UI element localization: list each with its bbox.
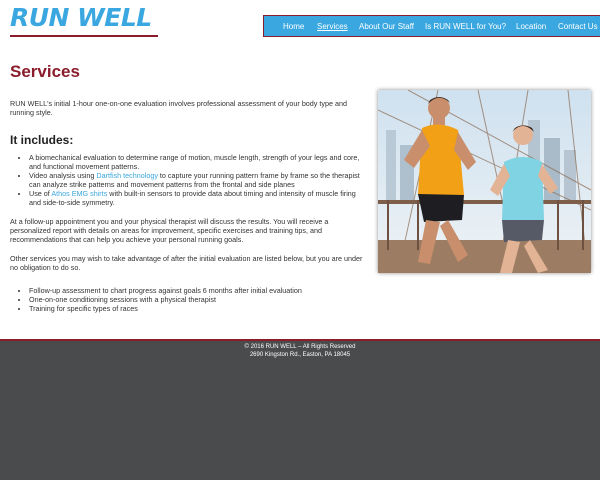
includes-heading: It includes: (10, 133, 74, 147)
list-item: One-on-one conditioning sessions with a … (29, 295, 366, 304)
intro-paragraph: RUN WELL's initial 1-hour one-on-one eva… (10, 99, 347, 117)
nav-contact-us[interactable]: Contact Us (558, 22, 598, 31)
page-title: Services (10, 62, 80, 81)
includes-list: A biomechanical evaluation to determine … (10, 153, 366, 207)
athos-emg-link[interactable]: Athos EMG shirts (51, 189, 107, 198)
other-services-intro: Other services you may wish to take adva… (10, 254, 363, 272)
footer-copyright: © 2016 RUN WELL – All Rights Reserved (244, 344, 356, 350)
list-item: Training for specific types of races (29, 304, 366, 313)
runners-photo (378, 90, 591, 273)
list-item: Follow-up assessment to chart progress a… (29, 286, 366, 295)
list-item: A biomechanical evaluation to determine … (29, 153, 366, 171)
nav-location[interactable]: Location (516, 22, 546, 31)
logo[interactable]: RUN WELL (10, 4, 160, 40)
logo-underline (10, 35, 158, 37)
list-item: Use of Athos EMG shirts with built-in se… (29, 189, 366, 207)
dartfish-link[interactable]: Dartfish technology (96, 171, 158, 180)
nav-home[interactable]: Home (283, 22, 304, 31)
other-services-list: Follow-up assessment to chart progress a… (10, 286, 366, 313)
followup-paragraph: At a follow-up appointment you and your … (10, 217, 329, 244)
nav-about-our-staff[interactable]: About Our Staff (359, 22, 414, 31)
footer: © 2016 RUN WELL – All Rights Reserved 26… (0, 343, 600, 359)
main-nav: Home Services About Our Staff Is RUN WEL… (263, 15, 600, 37)
nav-is-run-well-for-you[interactable]: Is RUN WELL for You? (425, 22, 506, 31)
footer-address: 2690 Kingston Rd., Easton, PA 18045 (249, 352, 351, 358)
page-body: RUN WELL Home Services About Our Staff I… (0, 0, 600, 341)
logo-text: RUN WELL (10, 3, 152, 32)
nav-services[interactable]: Services (317, 22, 348, 31)
content-column: RUN WELL's initial 1-hour one-on-one eva… (10, 99, 366, 313)
list-item: Video analysis using Dartfish technology… (29, 171, 366, 189)
